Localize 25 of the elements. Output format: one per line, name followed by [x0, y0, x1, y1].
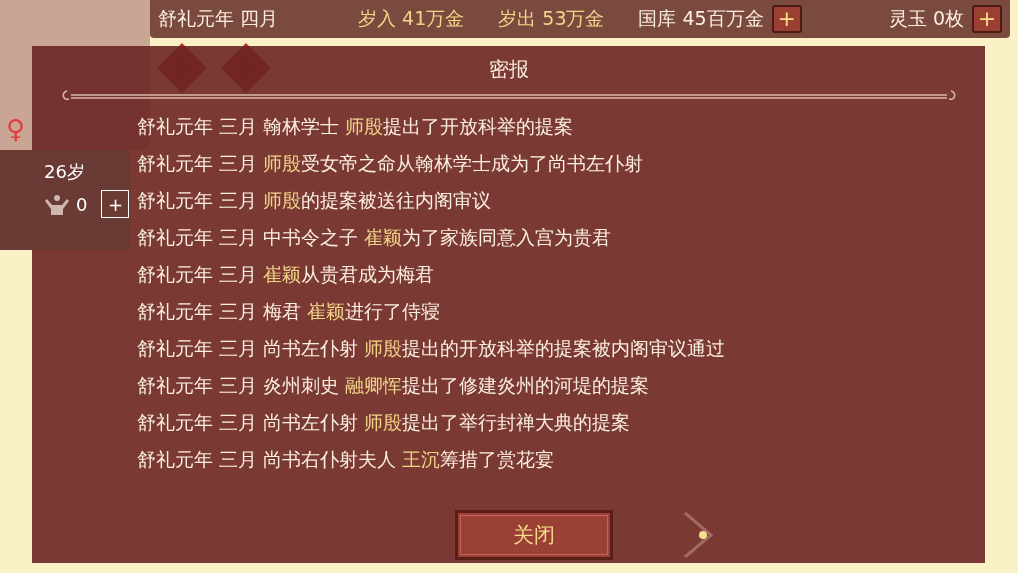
- status-text: 舒礼元年 四月: [158, 6, 279, 31]
- report-entry: 舒礼元年 三月 师殷的提案被送往内阁审议: [137, 188, 493, 213]
- report-entry: 舒礼元年 三月 尚书右仆射夫人 王沉筹措了赏花宴: [137, 447, 556, 472]
- add-button[interactable]: +: [771, 5, 802, 33]
- report-entry: 舒礼元年 三月 尚书左仆射 师殷提出了举行封禅大典的提案: [137, 410, 632, 435]
- report-entry: 舒礼元年 三月 中书令之子 崔颖为了家族同意入宫为贵君: [137, 225, 613, 250]
- report-entry: 舒礼元年 三月 崔颖从贵君成为梅君: [137, 262, 436, 287]
- gender-icon: ♀: [6, 116, 26, 142]
- add-button[interactable]: +: [101, 190, 130, 218]
- report-entry: 舒礼元年 三月 尚书左仆射 师殷提出的开放科举的提案被内阁审议通过: [137, 336, 727, 361]
- arrow-icon: [682, 509, 713, 561]
- age-text: 26岁: [44, 160, 86, 184]
- report-entry: 舒礼元年 三月 炎州刺史 融卿恽提出了修建炎州的河堤的提案: [137, 373, 651, 398]
- status-text: 岁入 41万金: [358, 6, 465, 31]
- add-button[interactable]: +: [972, 5, 1002, 33]
- report-entry: 舒礼元年 三月 翰林学士 师殷提出了开放科举的提案: [137, 114, 575, 139]
- status-text: 岁出 53万金: [498, 6, 605, 31]
- report-entry: 舒礼元年 三月 梅君 崔颖进行了侍寝: [137, 299, 442, 324]
- dialog-title: 密报: [488, 56, 529, 83]
- status-text: 国库 45百万金: [638, 6, 764, 31]
- strength-icon: [44, 193, 70, 215]
- report-entry: 舒礼元年 三月 师殷受女帝之命从翰林学士成为了尚书左仆射: [137, 151, 645, 176]
- status-text: 灵玉 0枚: [888, 6, 964, 31]
- strength-value: 0: [76, 193, 88, 215]
- close-button[interactable]: 关闭: [454, 510, 613, 560]
